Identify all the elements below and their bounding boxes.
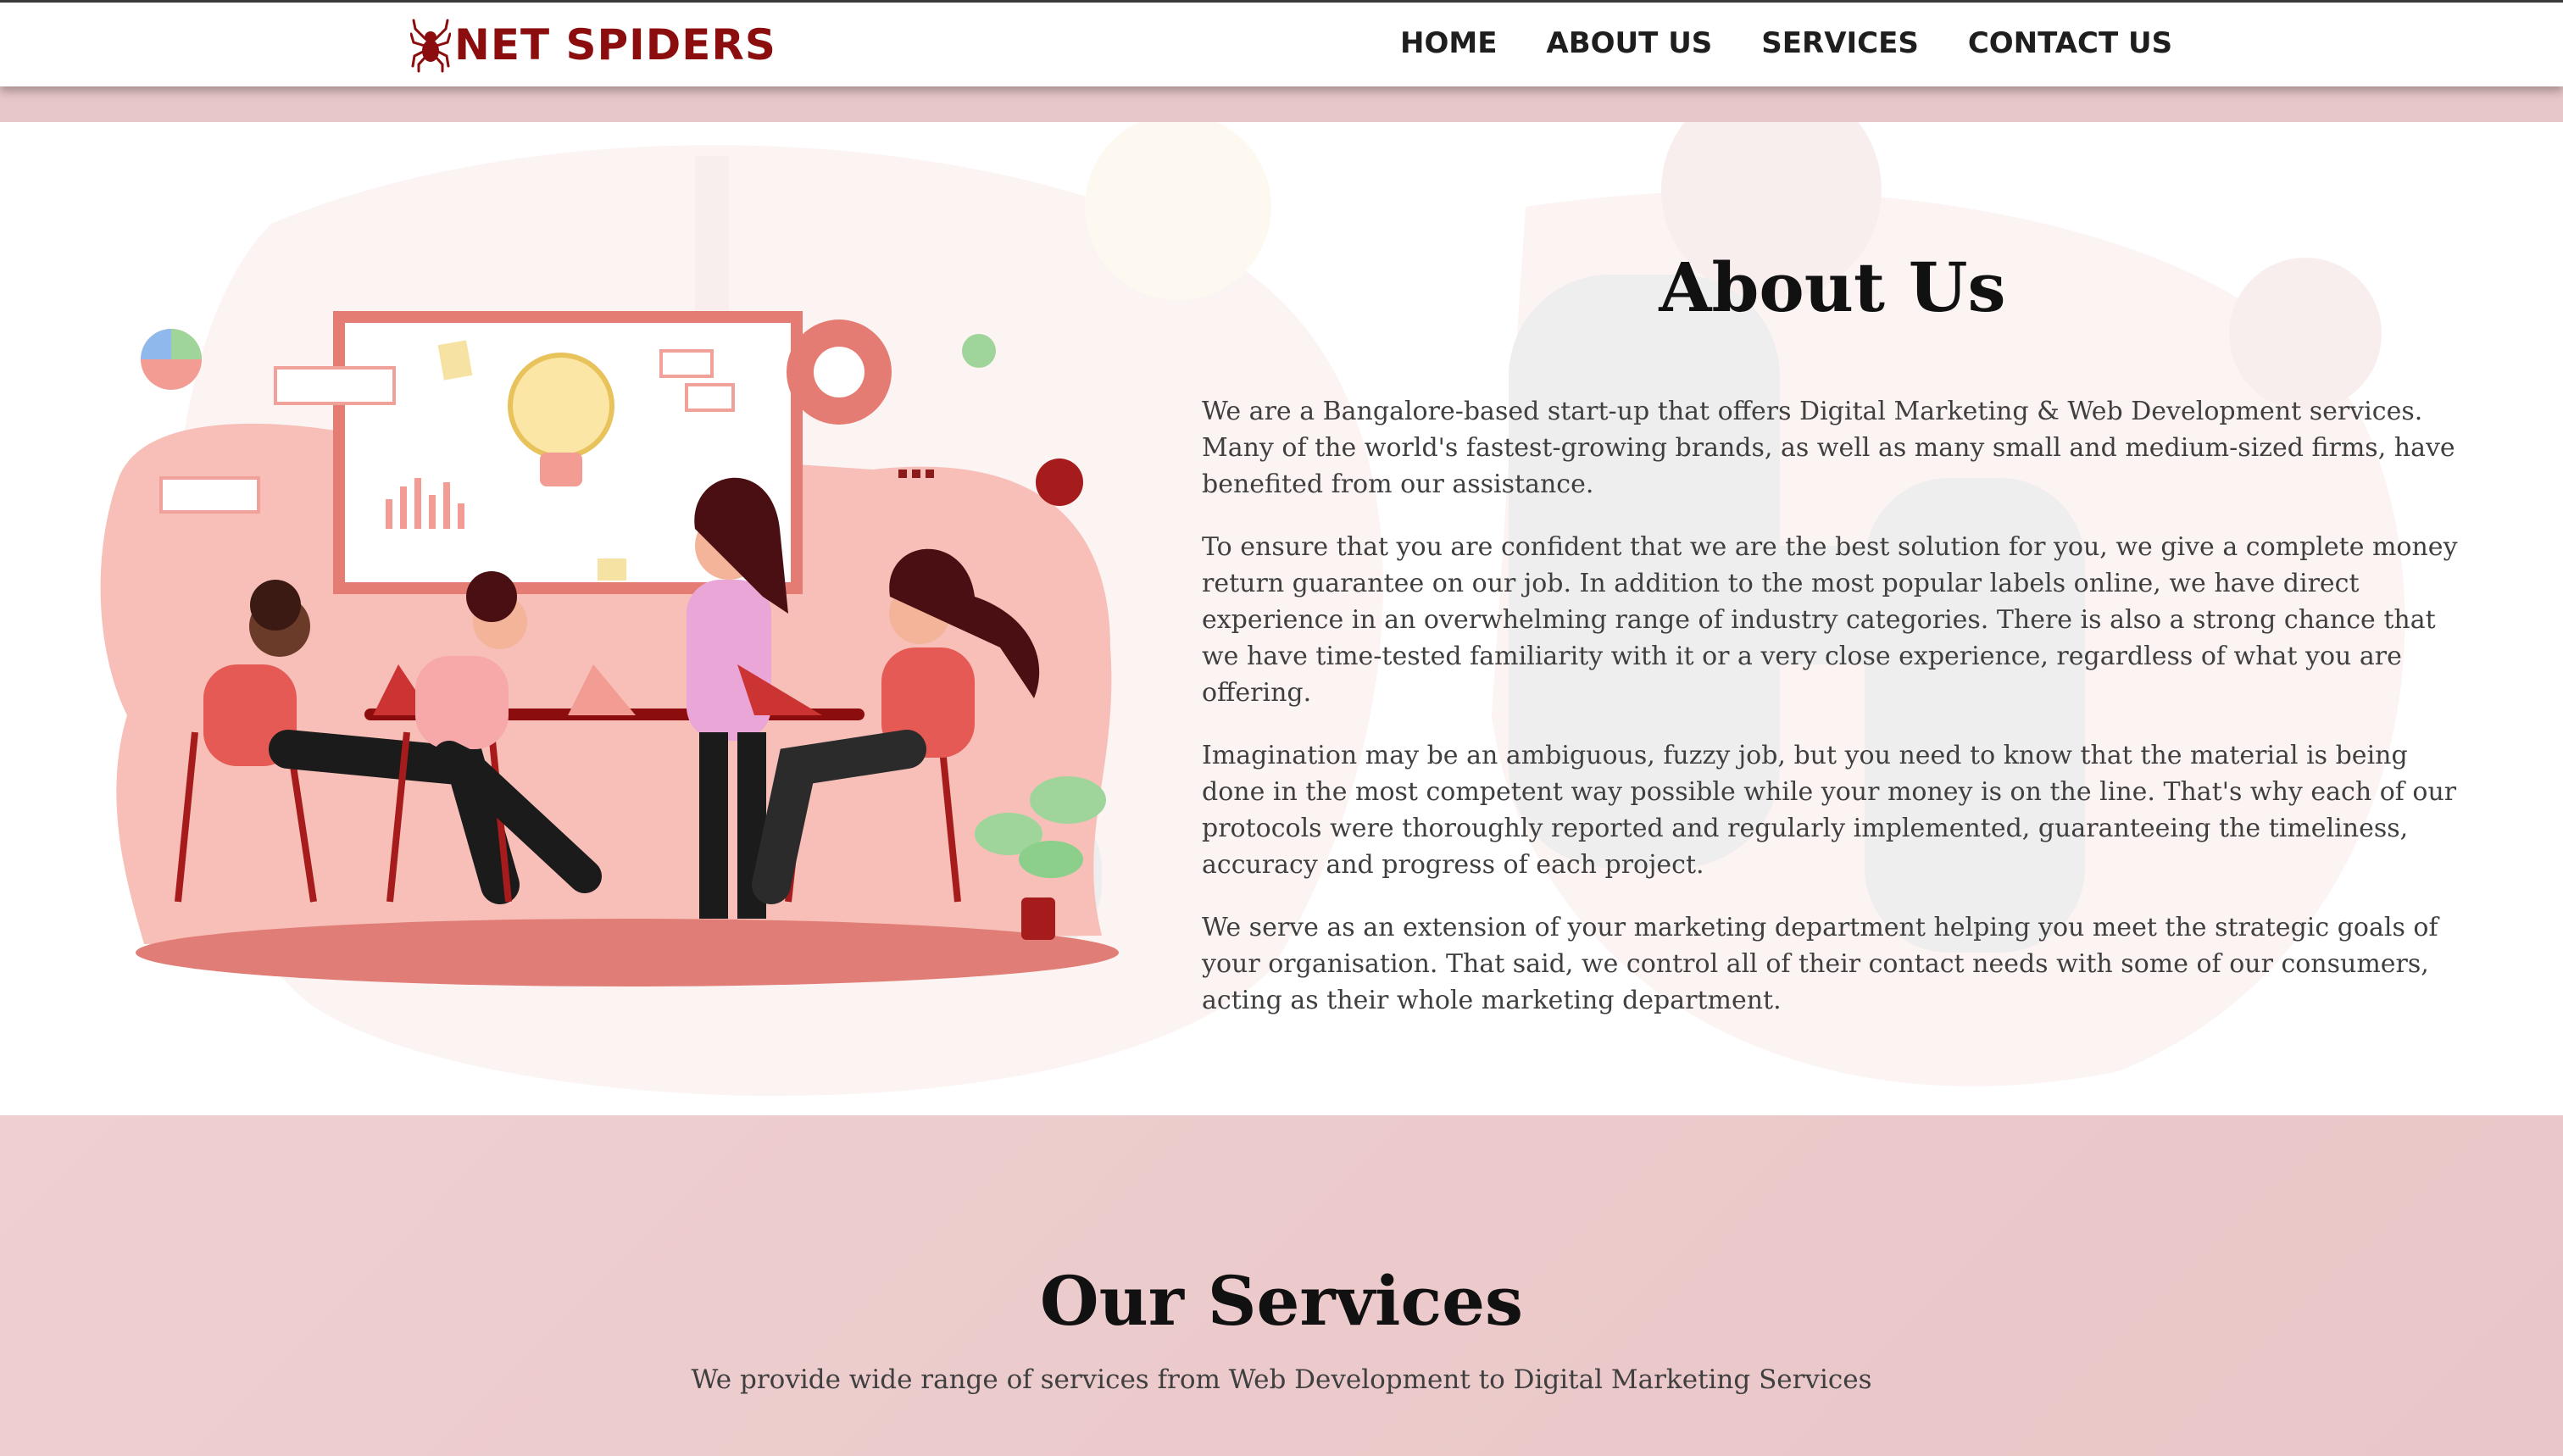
about-section: About Us We are a Bangalore-based start-… bbox=[0, 122, 2563, 1115]
brand-name: NET SPIDERS bbox=[454, 20, 776, 69]
about-paragraph-4: We serve as an extension of your marketi… bbox=[1202, 913, 2438, 1015]
services-subtitle: We provide wide range of services from W… bbox=[691, 1364, 1872, 1395]
about-paragraph-1: We are a Bangalore-based start-up that o… bbox=[1202, 397, 2455, 499]
main-nav: HOME ABOUT US SERVICES CONTACT US bbox=[1400, 26, 2172, 60]
spider-icon bbox=[410, 19, 451, 73]
about-title: About Us bbox=[1659, 247, 2006, 327]
header-accent-bar bbox=[0, 86, 2563, 122]
about-paragraph-3: Imagination may be an ambiguous, fuzzy j… bbox=[1202, 741, 2457, 880]
nav-home[interactable]: HOME bbox=[1400, 26, 1497, 60]
services-section: Our Services We provide wide range of se… bbox=[0, 1115, 2563, 1456]
team-meeting-illustration bbox=[100, 311, 1119, 986]
nav-contact-us[interactable]: CONTACT US bbox=[1968, 26, 2172, 60]
brand-logo[interactable]: NET SPIDERS bbox=[410, 14, 776, 75]
about-paragraph-2: To ensure that you are confident that we… bbox=[1202, 532, 2458, 708]
nav-services[interactable]: SERVICES bbox=[1761, 26, 1919, 60]
nav-about-us[interactable]: ABOUT US bbox=[1546, 26, 1712, 60]
services-title: Our Services bbox=[1039, 1261, 1524, 1341]
navbar: NET SPIDERS HOME ABOUT US SERVICES CONTA… bbox=[0, 0, 2563, 86]
about-text: We are a Bangalore-based start-up that o… bbox=[1202, 393, 2473, 1045]
